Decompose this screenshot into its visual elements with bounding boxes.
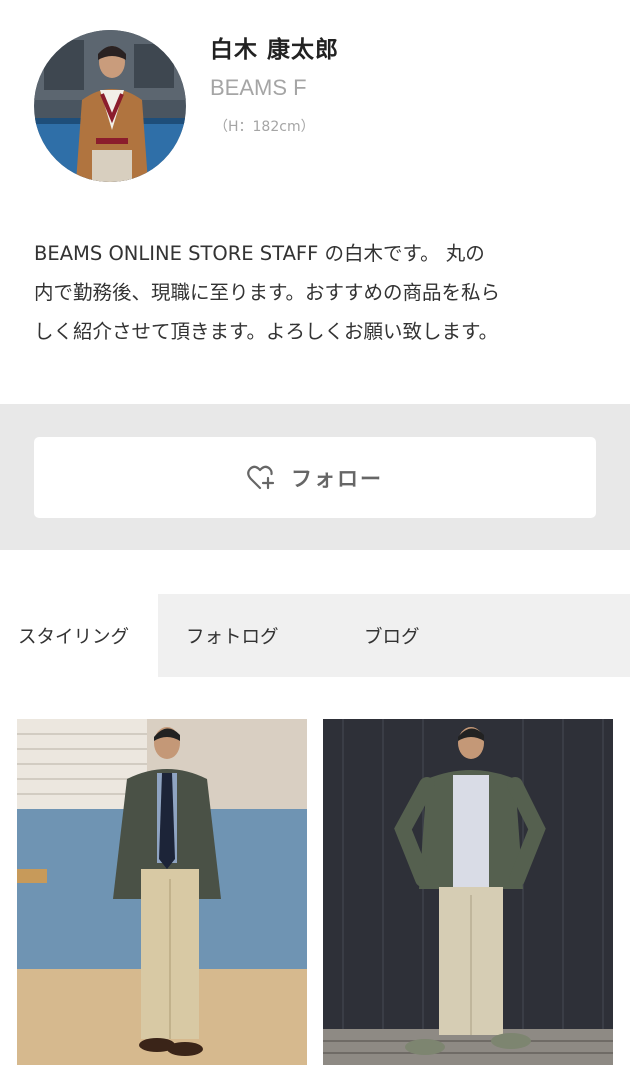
staff-bio: BEAMS ONLINE STORE STAFF の白木です。 丸の 内で勤務後…: [34, 234, 600, 351]
staff-name: 白木 康太郎: [210, 37, 340, 63]
heart-plus-icon: [247, 465, 275, 491]
tab-photolog[interactable]: フォトログ: [158, 594, 336, 677]
styling-thumbnail[interactable]: [323, 719, 613, 1065]
tab-blog[interactable]: ブログ: [336, 594, 536, 677]
styling-thumbnail[interactable]: [17, 719, 307, 1065]
content-tabs: スタイリング フォトログ ブログ: [0, 594, 630, 677]
tab-styling[interactable]: スタイリング: [0, 594, 158, 677]
staff-brand: BEAMS F: [210, 75, 307, 100]
bio-line: しく紹介させて頂きます。よろしくお願い致します。: [34, 320, 499, 343]
follow-button[interactable]: フォロー: [34, 437, 596, 518]
follow-section: フォロー: [0, 404, 630, 550]
staff-height: （H：182cm）: [214, 119, 315, 135]
bio-line: 内で勤務後、現職に至ります。おすすめの商品を私ら: [34, 281, 501, 304]
staff-profile-page: 白木 康太郎 BEAMS F （H：182cm） BEAMS ONLINE ST…: [0, 0, 630, 1065]
bio-line: BEAMS ONLINE STORE STAFF の白木です。 丸の: [34, 242, 485, 265]
avatar[interactable]: [34, 30, 186, 182]
profile-header: 白木 康太郎 BEAMS F （H：182cm）: [0, 0, 630, 200]
follow-label: フォロー: [291, 466, 383, 491]
